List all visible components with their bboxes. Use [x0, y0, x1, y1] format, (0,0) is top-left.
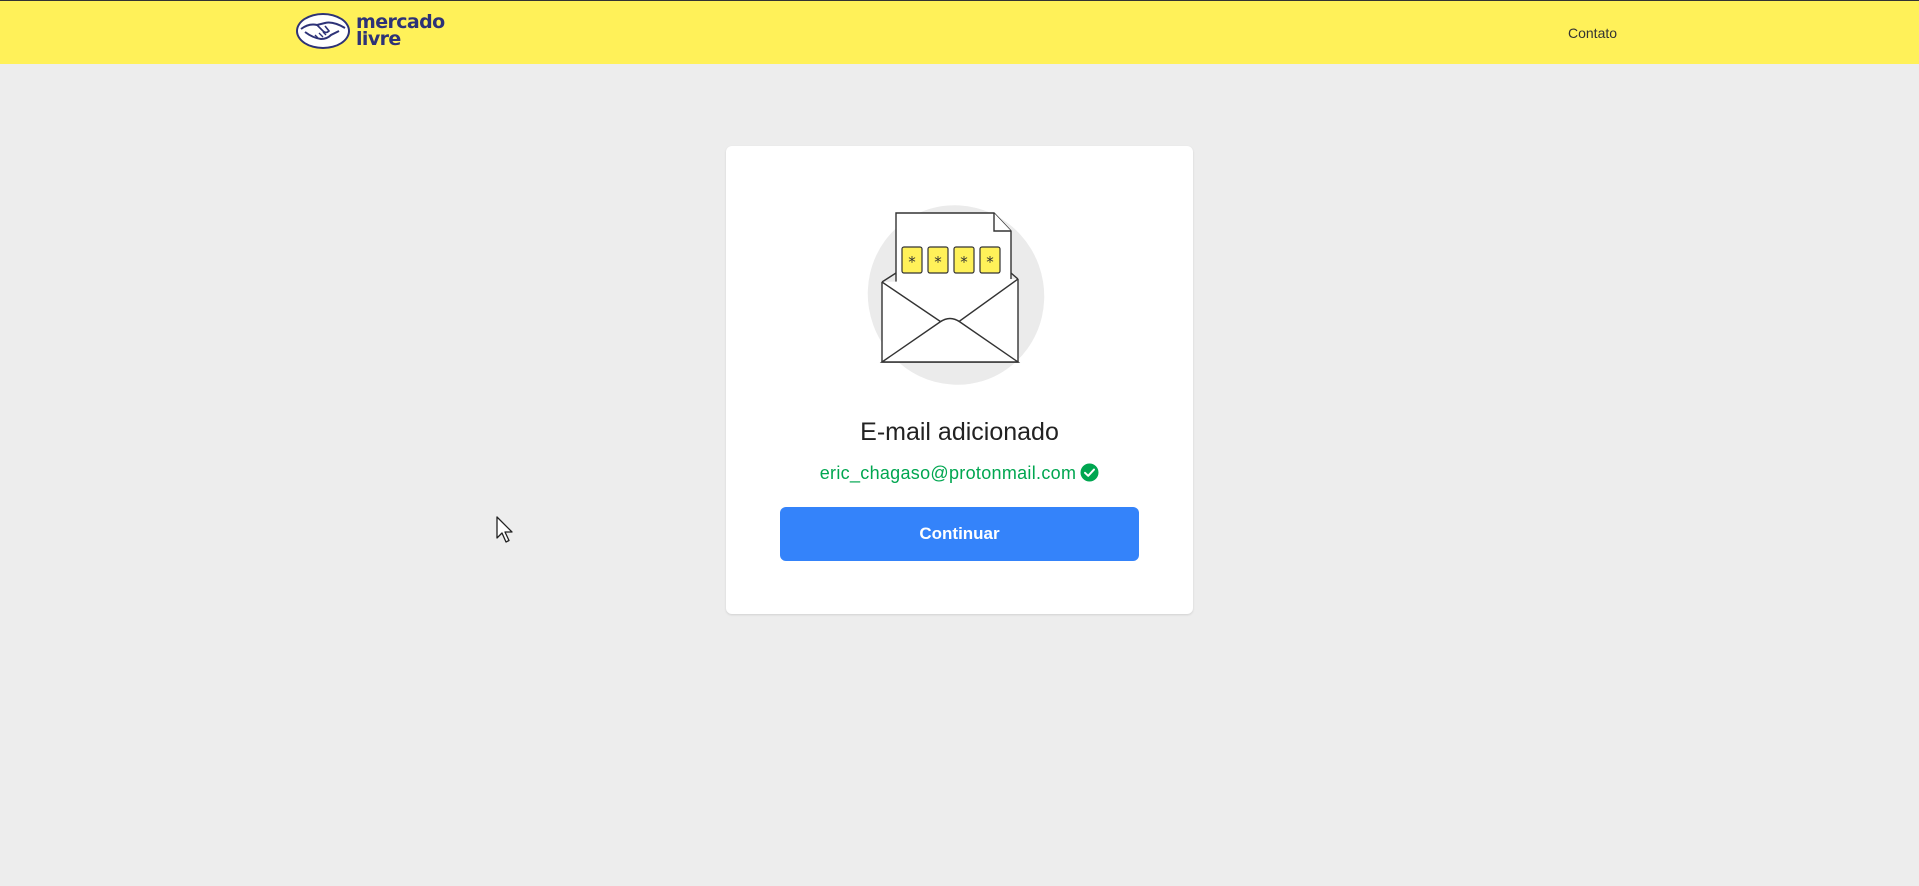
continue-button[interactable]: Continuar: [780, 507, 1139, 561]
envelope-code-illustration: * * * *: [867, 205, 1045, 385]
page-title: E-mail adicionado: [860, 418, 1059, 446]
contact-link[interactable]: Contato: [1568, 25, 1617, 41]
top-header: mercado livre Contato: [0, 0, 1919, 64]
added-email: eric_chagaso@protonmail.com: [726, 463, 1193, 484]
code-char: *: [934, 253, 942, 271]
logo-wordmark: mercado livre: [356, 13, 445, 50]
mouse-cursor-icon: [496, 516, 513, 543]
check-circle-icon: [1080, 463, 1099, 482]
logo-word-livre: livre: [356, 28, 401, 50]
code-char: *: [908, 253, 916, 271]
mercado-livre-logo[interactable]: mercado livre: [295, 11, 445, 51]
code-char: *: [960, 253, 968, 271]
handshake-icon: [296, 13, 350, 49]
code-char: *: [986, 253, 994, 271]
email-address: eric_chagaso@protonmail.com: [819, 463, 1077, 483]
confirmation-card: * * * * E-mail adicionado eric_chagaso@p…: [726, 146, 1193, 614]
